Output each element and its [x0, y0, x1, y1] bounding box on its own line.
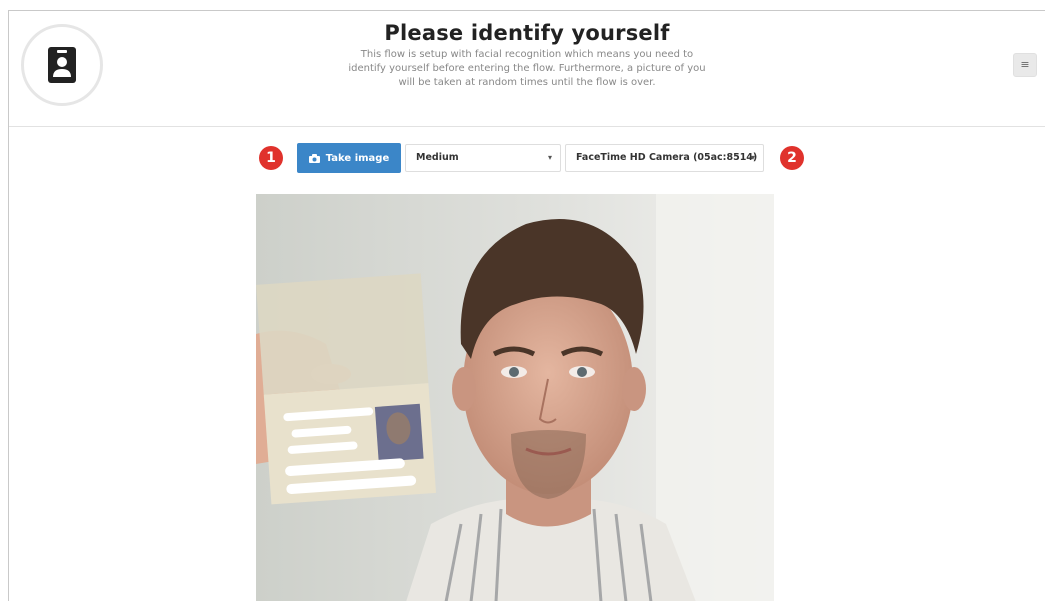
camera-toolbar: 1 Take image Medium ▾ FaceTime HD Camera… [9, 143, 1045, 175]
step-marker-2: 2 [780, 146, 804, 170]
hamburger-menu-icon: ≡ [1020, 58, 1030, 71]
id-badge-icon [48, 47, 76, 83]
take-image-button[interactable]: Take image [297, 143, 401, 173]
camera-icon [308, 153, 320, 163]
camera-select-value: FaceTime HD Camera (05ac:8514) [576, 152, 758, 163]
step-marker-1: 1 [259, 146, 283, 170]
camera-preview [256, 194, 774, 601]
page-title: Please identify yourself [384, 21, 670, 45]
webcam-photo [256, 194, 774, 601]
camera-select[interactable]: FaceTime HD Camera (05ac:8514) ▾ [565, 144, 764, 172]
chevron-down-icon: ▾ [750, 153, 755, 162]
chevron-down-icon: ▾ [547, 153, 552, 162]
app-frame: Please identify yourself This flow is se… [8, 10, 1045, 601]
page-description: This flow is setup with facial recogniti… [348, 49, 706, 88]
page-header: Please identify yourself This flow is se… [9, 11, 1045, 127]
menu-button[interactable]: ≡ [1013, 53, 1037, 77]
quality-select[interactable]: Medium ▾ [405, 144, 561, 172]
take-image-label: Take image [325, 152, 390, 164]
quality-select-value: Medium [416, 152, 459, 163]
